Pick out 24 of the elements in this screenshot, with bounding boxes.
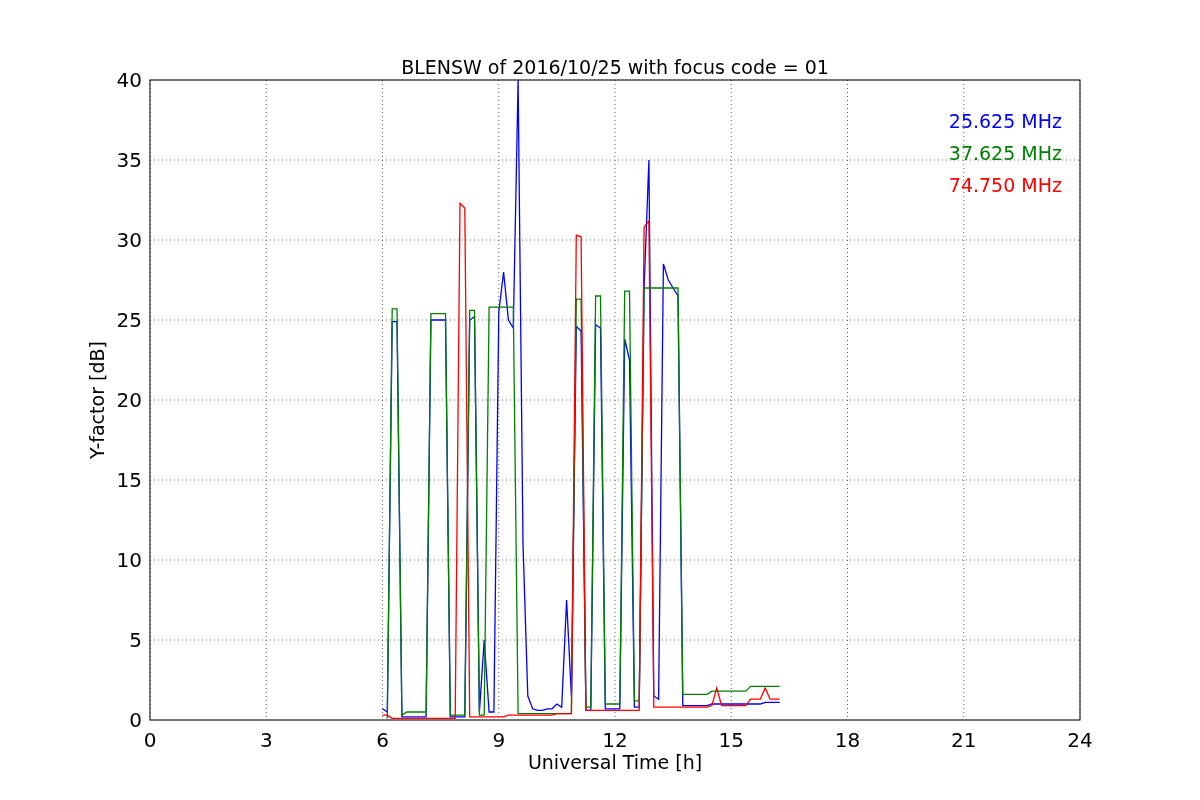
y-tick-label: 0 — [129, 708, 142, 732]
legend-label: 25.625 MHz — [948, 110, 1062, 132]
x-tick-label: 24 — [1067, 728, 1093, 752]
y-tick-label: 40 — [116, 68, 142, 92]
legend-label: 37.625 MHz — [948, 142, 1062, 164]
y-tick-label: 10 — [116, 548, 142, 572]
legend-label: 74.750 MHz — [948, 174, 1062, 196]
chart-title: BLENSW of 2016/10/25 with focus code = 01 — [401, 56, 829, 78]
x-tick-label: 18 — [834, 728, 861, 752]
x-tick-label: 12 — [602, 728, 628, 752]
x-tick-label: 0 — [143, 728, 157, 752]
y-tick-label: 25 — [116, 308, 142, 332]
y-tick-label: 5 — [129, 628, 142, 652]
x-axis-label: Universal Time [h] — [527, 751, 703, 773]
y-tick-label: 15 — [116, 468, 142, 492]
y-tick-label: 20 — [116, 388, 142, 412]
y-tick-label: 35 — [116, 148, 142, 172]
x-tick-label: 6 — [376, 728, 389, 752]
x-tick-label: 15 — [718, 728, 744, 752]
y-tick-label: 30 — [116, 228, 142, 252]
x-tick-label: 9 — [492, 728, 506, 752]
x-tick-label: 21 — [951, 728, 977, 752]
y-axis-label: Y-factor [dB] — [86, 341, 108, 459]
x-tick-label: 3 — [259, 728, 273, 752]
